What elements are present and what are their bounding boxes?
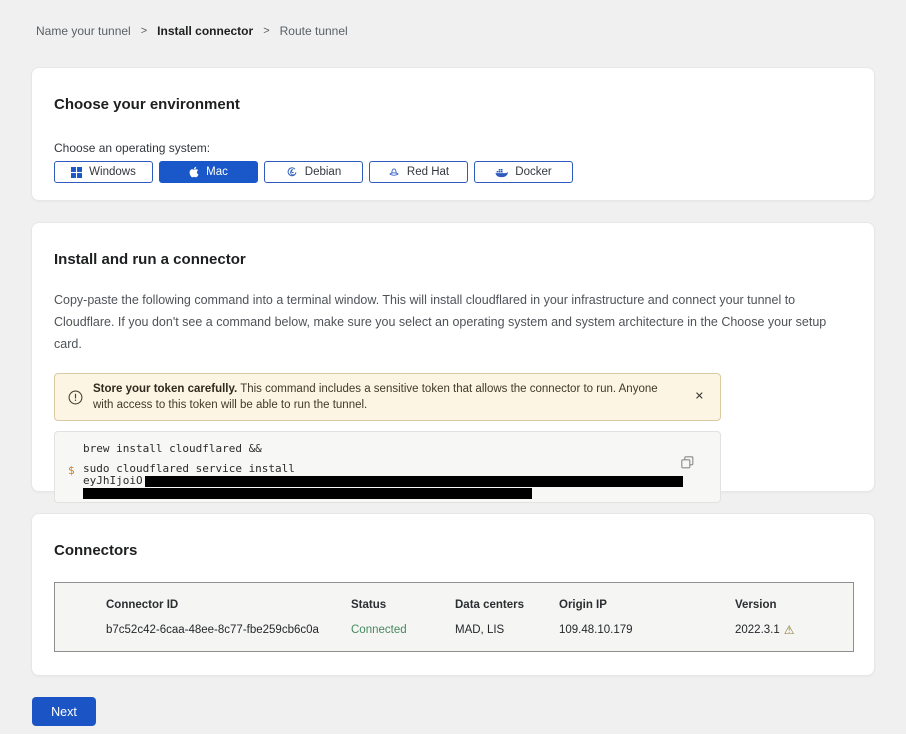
apple-logo-icon (189, 166, 199, 178)
environment-card: Choose your environment Choose an operat… (31, 67, 875, 201)
connectors-card-title: Connectors (54, 542, 852, 559)
os-button-label: Docker (515, 166, 551, 178)
breadcrumb-separator: > (263, 25, 269, 37)
docker-whale-icon (495, 167, 508, 178)
token-prefix: eyJhIjoiO (83, 475, 143, 487)
install-command-codeblock: $ brew install cloudflared && sudo cloud… (54, 431, 721, 503)
debian-swirl-icon (286, 166, 298, 178)
column-header-origin-ip: Origin IP (559, 599, 735, 611)
breadcrumb: Name your tunnel > Install connector > R… (31, 0, 875, 38)
connectors-table-header: Connector ID Status Data centers Origin … (106, 599, 833, 611)
redacted-token-bar (145, 476, 683, 487)
connectors-table: Connector ID Status Data centers Origin … (54, 582, 854, 652)
install-card-title: Install and run a connector (54, 251, 852, 268)
breadcrumb-separator: > (141, 25, 147, 37)
column-header-status: Status (351, 599, 455, 611)
os-button-label: Debian (305, 166, 341, 178)
shell-prompt: $ (68, 464, 75, 477)
bottom-strip (0, 734, 906, 740)
code-line-service-install: sudo cloudflared service install (83, 463, 692, 475)
version-value: 2022.3.1 ⚠ (735, 624, 833, 636)
os-select-label: Choose an operating system: (54, 141, 852, 155)
red-hat-icon (388, 166, 400, 178)
os-button-debian[interactable]: Debian (264, 161, 363, 183)
os-button-label: Mac (206, 166, 228, 178)
os-button-mac[interactable]: Mac (159, 161, 258, 183)
breadcrumb-step-route-tunnel[interactable]: Route tunnel (280, 24, 348, 38)
alert-circle-icon (68, 390, 83, 405)
install-connector-card: Install and run a connector Copy-paste t… (31, 222, 875, 492)
os-button-windows[interactable]: Windows (54, 161, 153, 183)
data-centers-value: MAD, LIS (455, 624, 559, 636)
os-button-row: Windows Mac Debian Red Hat (54, 161, 852, 183)
warning-triangle-icon: ⚠ (784, 624, 795, 636)
environment-card-title: Choose your environment (54, 96, 852, 113)
windows-logo-icon (71, 167, 82, 178)
next-button[interactable]: Next (32, 697, 96, 726)
redacted-token-bar (83, 488, 532, 499)
table-row: b7c52c42-6caa-48ee-8c77-fbe259cb6c0a Con… (106, 624, 833, 636)
os-button-redhat[interactable]: Red Hat (369, 161, 468, 183)
status-badge: Connected (351, 624, 455, 636)
column-header-data-centers: Data centers (455, 599, 559, 611)
copy-icon[interactable] (679, 454, 696, 474)
code-line-token: eyJhIjoiO (83, 475, 692, 487)
column-header-version: Version (735, 599, 833, 611)
token-warning-text: Store your token carefully. This command… (93, 381, 708, 413)
install-card-description: Copy-paste the following command into a … (54, 289, 852, 355)
os-button-docker[interactable]: Docker (474, 161, 573, 183)
breadcrumb-step-name-your-tunnel[interactable]: Name your tunnel (36, 24, 131, 38)
code-line-brew-install: brew install cloudflared && (83, 443, 692, 455)
token-warning-bold: Store your token carefully. (93, 383, 237, 395)
connector-id-value: b7c52c42-6caa-48ee-8c77-fbe259cb6c0a (106, 624, 351, 636)
close-icon[interactable]: ✕ (691, 388, 708, 407)
column-header-connector-id: Connector ID (106, 599, 351, 611)
page: Name your tunnel > Install connector > R… (0, 0, 906, 726)
os-button-label: Windows (89, 166, 136, 178)
token-warning-banner: Store your token carefully. This command… (54, 373, 721, 421)
origin-ip-value: 109.48.10.179 (559, 624, 735, 636)
os-button-label: Red Hat (407, 166, 449, 178)
connectors-card: Connectors Connector ID Status Data cent… (31, 513, 875, 676)
breadcrumb-step-install-connector[interactable]: Install connector (157, 24, 253, 38)
